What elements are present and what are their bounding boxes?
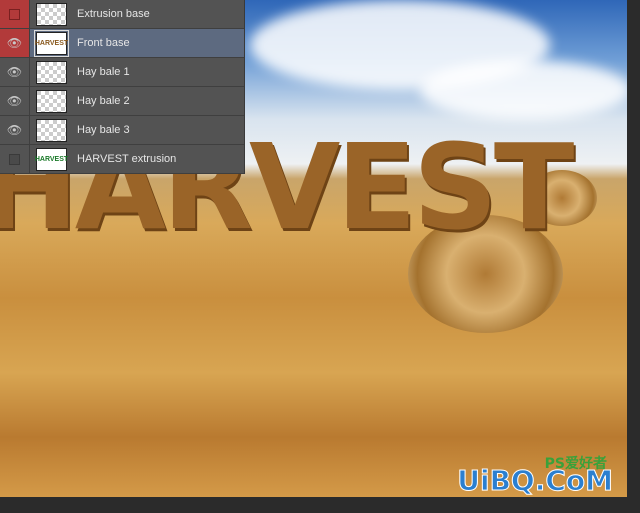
visibility-toggle[interactable]: [0, 0, 30, 28]
layer-row[interactable]: 👁 Hay bale 1: [0, 58, 244, 87]
layer-name: Hay bale 1: [77, 66, 130, 78]
visibility-toggle[interactable]: 👁: [0, 116, 30, 144]
layers-panel: Extrusion base 👁 HARVEST Front base 👁 Ha…: [0, 0, 245, 174]
eye-icon: 👁: [6, 123, 23, 137]
layer-row-selected[interactable]: 👁 HARVEST Front base: [0, 29, 244, 58]
eye-icon: 👁: [6, 65, 23, 79]
visibility-toggle[interactable]: 👁: [0, 87, 30, 115]
layer-name: Front base: [77, 37, 130, 49]
layer-thumbnail: [36, 119, 67, 142]
layer-thumbnail: [36, 3, 67, 26]
layer-row[interactable]: HARVEST HARVEST extrusion: [0, 145, 244, 174]
layer-thumbnail: HARVEST: [34, 30, 69, 57]
visibility-toggle[interactable]: 👁: [0, 29, 30, 57]
layer-row[interactable]: Extrusion base: [0, 0, 244, 29]
eye-icon: 👁: [6, 94, 23, 108]
watermark: UiBQ.CoM: [457, 464, 614, 498]
cloud: [420, 60, 627, 120]
eye-icon: 👁: [6, 36, 23, 50]
layer-name: Hay bale 2: [77, 95, 130, 107]
visibility-toggle[interactable]: 👁: [0, 58, 30, 86]
layer-name: Hay bale 3: [77, 124, 130, 136]
hidden-box-icon: [9, 153, 20, 165]
visibility-toggle[interactable]: [0, 145, 30, 173]
layer-name: HARVEST extrusion: [77, 153, 177, 165]
layer-name: Extrusion base: [77, 8, 150, 20]
layer-row[interactable]: 👁 Hay bale 3: [0, 116, 244, 145]
layer-thumbnail: HARVEST: [35, 148, 68, 171]
layer-thumbnail: [36, 61, 67, 84]
hidden-box-icon: [9, 8, 20, 20]
layer-thumbnail: [36, 90, 67, 113]
layer-row[interactable]: 👁 Hay bale 2: [0, 87, 244, 116]
